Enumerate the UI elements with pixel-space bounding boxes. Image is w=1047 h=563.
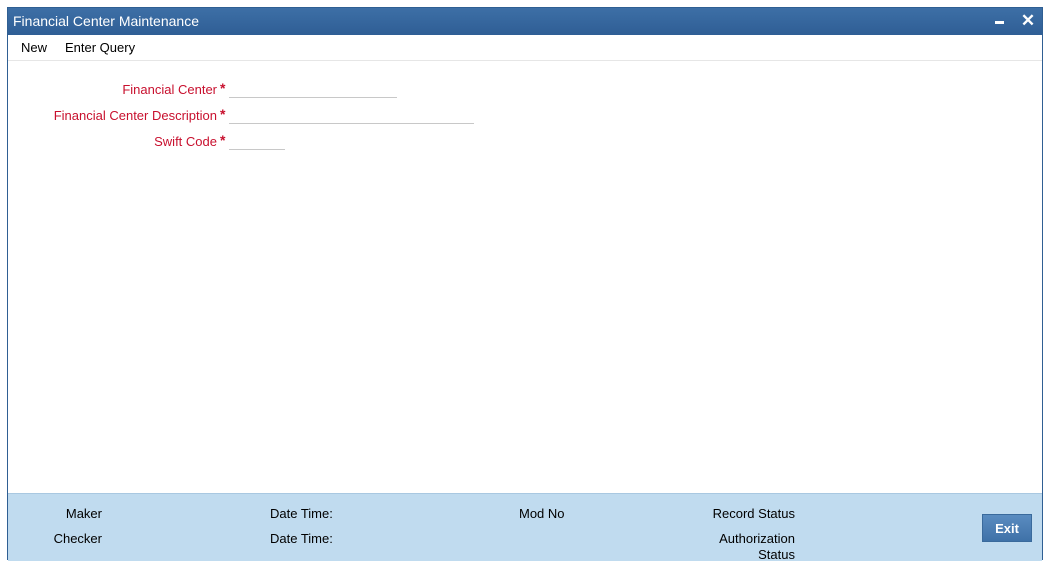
title-bar: Financial Center Maintenance ✕ [8, 8, 1042, 35]
close-button[interactable]: ✕ [1018, 11, 1038, 31]
maker-datetime-label: Date Time: [270, 506, 333, 521]
maker-label: Maker [65, 506, 102, 521]
close-icon: ✕ [1020, 11, 1036, 30]
swift-code-label: Swift Code [154, 134, 217, 149]
window-title: Financial Center Maintenance [13, 13, 199, 29]
financial-center-required-marker: * [220, 80, 226, 96]
swift-code-required-marker: * [220, 132, 226, 148]
financial-center-description-row: Financial Center Description [8, 106, 217, 126]
checker-label: Checker [53, 531, 102, 546]
minimize-button[interactable] [990, 11, 1010, 31]
financial-center-row: Financial Center [8, 80, 217, 100]
financial-center-description-label: Financial Center Description [53, 108, 217, 123]
swift-code-input[interactable] [229, 132, 285, 150]
minimize-icon [995, 21, 1004, 24]
record-status-label: Record Status [712, 506, 795, 521]
authorization-status-label-line2: Status [758, 547, 795, 562]
financial-center-input[interactable] [229, 80, 397, 98]
menu-enter-query[interactable]: Enter Query [65, 40, 135, 55]
menu-new[interactable]: New [21, 40, 47, 55]
authorization-status-label-line1: Authorization [719, 531, 795, 546]
financial-center-description-required-marker: * [220, 106, 226, 122]
financial-center-description-input[interactable] [229, 106, 474, 124]
menu-bar: New Enter Query [8, 35, 1042, 61]
audit-footer: Maker Checker Date Time: Date Time: Mod … [8, 493, 1042, 562]
mod-no-label: Mod No [519, 506, 565, 521]
checker-datetime-label: Date Time: [270, 531, 333, 546]
financial-center-maintenance-window: Financial Center Maintenance ✕ New Enter… [7, 7, 1043, 562]
exit-button[interactable]: Exit [982, 514, 1032, 542]
financial-center-label: Financial Center [122, 82, 217, 97]
swift-code-row: Swift Code [8, 132, 217, 152]
